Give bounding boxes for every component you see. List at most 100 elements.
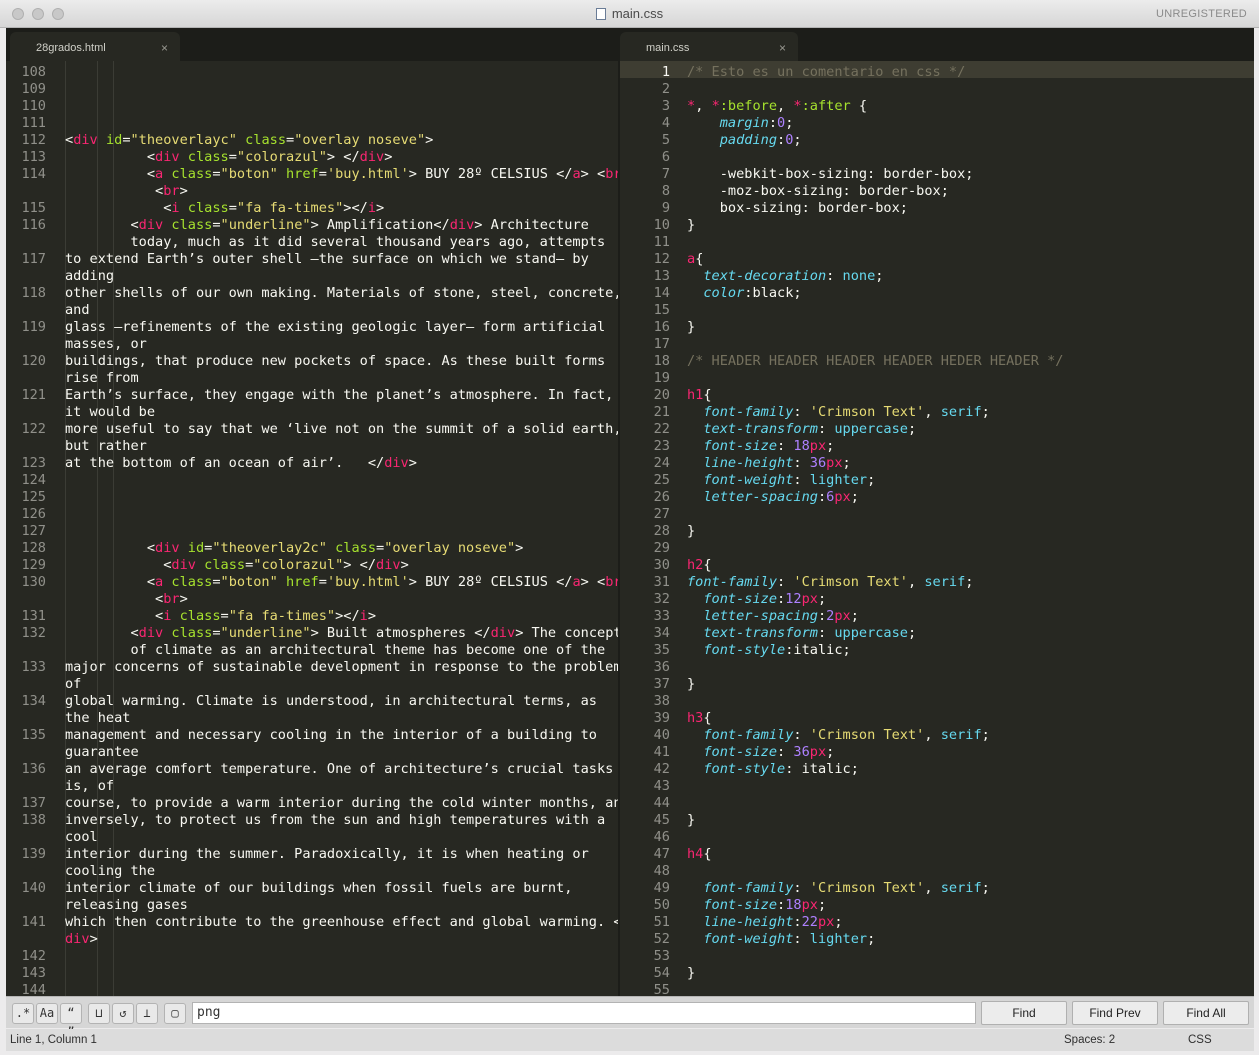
code-token: > [367,608,377,624]
line-number: 140 [21,880,46,896]
code-line: more useful to say that we ‘live not on … [65,421,618,438]
code-token: px [809,744,827,760]
wrap-icon[interactable]: ⊔ [88,1003,110,1024]
code-token: : [817,421,835,437]
code-token: ; [842,455,851,471]
code-line: <br> [65,591,188,608]
line-number: 134 [21,693,46,709]
code-token: ></ [335,608,360,624]
status-bar: Line 1, Column 1 Spaces: 2 CSS [6,1029,1254,1051]
highlight-matches-icon[interactable]: ⊥ [136,1003,158,1024]
line-number: 22 [653,421,670,437]
code-token: = [318,166,327,182]
code-token: , [777,98,794,114]
line-number: 28 [653,523,670,539]
line-number-gutter: 108 109 110 111 112 113 114 115 116 117 118 119 120 1… [6,61,50,996]
tab-28grados-html[interactable]: 28grados.html × [10,32,180,61]
code-token: font-style [703,761,786,777]
code-token: = [286,132,295,148]
code-line: } [687,217,695,234]
code-token: class [245,132,287,148]
code-token: a [572,574,581,590]
code-line: global warming. Climate is understood, i… [65,693,597,710]
code-token: div [73,132,98,148]
code-token: ; [793,132,802,148]
find-prev-button[interactable]: Find Prev [1072,1001,1158,1025]
code-token: "underline" [220,625,311,641]
in-selection-icon[interactable]: ↺ [112,1003,134,1024]
code-line: h1{ [687,387,712,404]
case-sensitive-icon[interactable]: Aa [36,1003,58,1024]
code-line: other shells of our own making. Material… [65,285,618,302]
code-token: > Architecture [474,217,589,233]
line-number: 130 [21,574,46,590]
code-token: px [817,914,835,930]
code-token: a [155,166,164,182]
line-number: 42 [653,761,670,777]
code-token: 22 [801,914,818,930]
code-token: font-family [703,404,794,420]
code-token: : [793,914,802,930]
code-token: at the bottom of an ocean of air’. </ [65,455,385,471]
line-number: 127 [21,523,46,539]
code-token: ; [785,115,794,131]
line-number: 14 [653,285,670,301]
line-number: 9 [661,200,670,216]
code-token: serif [940,727,982,743]
code-token: ></ [343,200,368,216]
line-number: 131 [21,608,46,624]
show-context-icon[interactable]: ▢ [164,1003,186,1024]
code-line: adding [65,268,114,285]
code-token: < [65,574,156,590]
code-line: font-size: 18px; [687,438,834,455]
code-token: :black; [744,285,802,301]
code-token: interior climate of our buildings when f… [65,880,573,896]
code-token: class [171,574,213,590]
find-button[interactable]: Find [981,1001,1067,1025]
code-line: } [687,965,695,982]
code-line: <div class="colorazul"> </div> [65,557,409,574]
code-line: Earth’s surface, they engage with the pl… [65,387,613,404]
find-all-button[interactable]: Find All [1163,1001,1249,1025]
close-tab-icon[interactable]: × [161,41,168,55]
code-token: > < [580,166,606,182]
code-token: : [777,438,794,454]
code-token: global warming. Climate is understood, i… [65,693,597,709]
line-number: 110 [21,98,46,114]
line-number: 143 [21,965,46,981]
code-token: cooling the [65,863,156,879]
code-line: buildings, that produce new pockets of s… [65,353,605,370]
code-token: :before [719,98,778,114]
html-editor-pane[interactable]: 108 109 110 111 112 113 114 115 116 117 118 119 120 1… [6,61,618,996]
code-line: <div id="theoverlay2c" class="overlay no… [65,540,524,557]
regex-icon[interactable]: .* [12,1003,34,1024]
code-token: * [687,98,696,114]
code-token: div [490,625,516,641]
code-token: div [171,557,196,573]
line-number: 26 [653,489,670,505]
tab-main-css[interactable]: main.css × [620,32,798,61]
code-token: font-family [703,727,794,743]
whole-word-icon[interactable]: “ ” [60,1003,82,1039]
close-tab-icon[interactable]: × [779,41,786,55]
code-token: text-transform [703,625,818,641]
indentation-setting[interactable]: Spaces: 2 [1064,1034,1115,1046]
line-number: 141 [21,914,46,930]
line-number: 10 [653,217,670,233]
line-number: 6 [661,149,670,165]
code-token: "colorazul" [236,149,327,165]
css-editor-pane[interactable]: 1 2 3 4 5 6 7 8 9 10 11 12 13 14 15 16 17 18 19 20 21 22 23 24 2… [620,61,1254,996]
code-token: uppercase [834,625,908,641]
code-token: ; [817,897,827,913]
find-input[interactable]: png [192,1002,976,1024]
code-token: } [687,676,696,692]
code-token: ; [826,744,835,760]
line-number: 31 [653,574,670,590]
syntax-selector[interactable]: CSS [1188,1034,1212,1046]
code-token: class [187,149,229,165]
